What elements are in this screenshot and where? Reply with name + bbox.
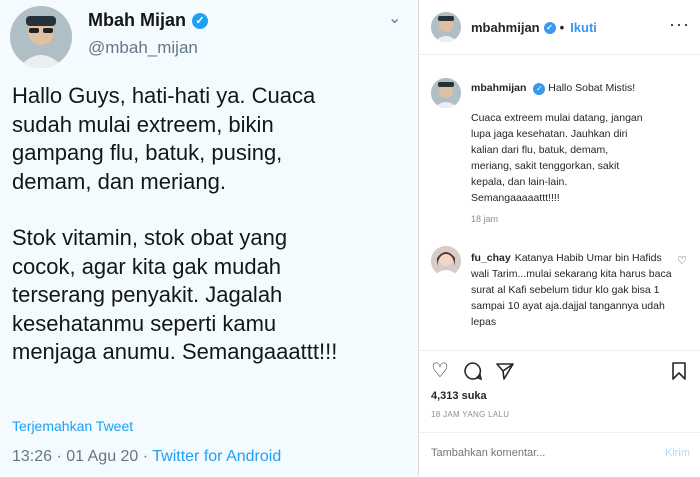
tweet-panel: Mbah Mijan ✓ @mbah_mijan ⌄ Hallo Guys, h… [0,0,418,476]
instagram-panel: mbahmijan ✓ • Ikuti ··· mbahmijan ✓ Hall… [418,0,700,476]
ig-avatar[interactable] [431,12,461,42]
chevron-down-icon[interactable]: ⌄ [388,8,401,28]
tweet-paragraph-2: Stok vitamin, stok obat yang cocok, agar… [12,225,338,364]
ig-add-comment-bar: Kirim [419,432,700,477]
verified-badge-icon: ✓ [543,21,556,34]
verified-badge-icon: ✓ [533,83,546,95]
share-icon[interactable] [495,361,515,385]
verified-badge-icon: ✓ [192,12,208,29]
ig-caption-username[interactable]: mbahmijan [471,82,526,94]
ig-username[interactable]: mbahmijan [471,20,540,35]
follow-button[interactable]: Ikuti [570,20,597,35]
ig-caption-time[interactable]: 18 jam [471,214,498,224]
ig-action-bar: ♡ [419,350,700,391]
heart-icon[interactable]: ♡ [431,361,449,381]
translate-tweet-link[interactable]: Terjemahkan Tweet [12,418,133,434]
more-options-icon[interactable]: ··· [669,14,690,35]
ig-caption-headline: Hallo Sobat Mistis! [548,82,636,94]
tweet-source[interactable]: Twitter for Android [152,448,281,465]
ig-like-count[interactable]: 4,313 suka [431,390,487,402]
ig-post-header: mbahmijan ✓ • Ikuti ··· [419,0,700,55]
ig-comment-text: fu_chay Katanya Habib Umar bin Hafids wal… [471,250,676,330]
ig-caption-avatar[interactable] [431,78,461,108]
tweet-author-handle[interactable]: @mbah_mijan [88,38,198,58]
comment-input[interactable] [431,447,631,459]
tweet-author-name[interactable]: Mbah Mijan ✓ [88,10,208,31]
tweet-avatar[interactable] [10,6,72,68]
tweet-timestamp[interactable]: 13:26 · 01 Agu 20 · [12,448,152,465]
commenter-avatar[interactable] [431,246,461,276]
post-comment-button[interactable]: Kirim [665,447,690,459]
tweet-text: Hallo Guys, hati-hati ya. Cuaca sudah mu… [12,82,412,367]
comment-icon[interactable] [463,361,483,385]
tweet-paragraph-1: Hallo Guys, hati-hati ya. Cuaca sudah mu… [12,83,316,194]
tweet-author-name-text: Mbah Mijan [88,10,186,30]
like-comment-icon[interactable]: ♡ [677,254,687,267]
ig-caption-text: Cuaca extreem mulai datang, jangan lupa … [471,112,643,204]
ig-username-row: mbahmijan ✓ • Ikuti [471,20,597,35]
bookmark-icon[interactable] [670,361,688,385]
separator-dot: • [559,20,565,35]
ig-caption-title: mbahmijan ✓ Hallo Sobat Mistis! [471,82,691,95]
ig-post-time[interactable]: 18 JAM YANG LALU [431,410,509,419]
tweet-meta: 13:26 · 01 Agu 20 · Twitter for Android [12,448,281,466]
ig-comment-username[interactable]: fu_chay [471,252,511,264]
